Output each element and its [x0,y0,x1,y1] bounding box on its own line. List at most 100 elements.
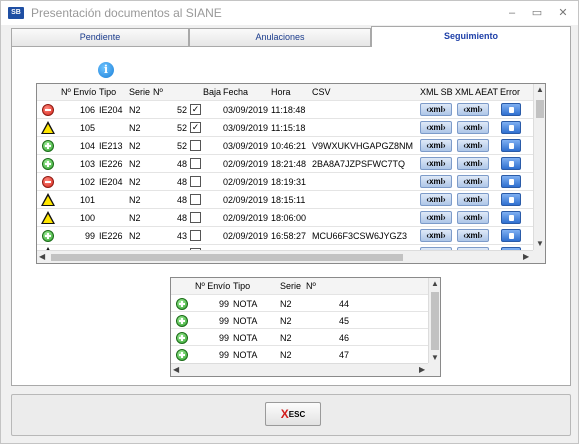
xml-aeat-button[interactable]: ‹xml› [457,175,489,188]
error-button[interactable] [501,139,521,152]
scroll-corner [428,363,440,376]
tab-seguimiento[interactable]: Seguimiento [371,26,571,47]
vertical-scroll-thumb[interactable] [431,292,439,350]
xml-sb-button[interactable]: ‹xml› [420,229,452,242]
xml-button-label: xml [429,195,443,204]
col-num-header[interactable]: Nº [306,281,316,291]
close-icon[interactable]: ✕ [554,5,572,21]
cell-fecha: 02/09/2019 [223,231,269,241]
col-serie-header[interactable]: Serie [129,87,150,97]
baja-checkbox[interactable] [190,176,201,187]
scroll-up-icon[interactable]: ▲ [536,85,544,95]
cell-envio: 103 [79,159,95,169]
cell-hora: 10:46:21 [271,141,307,151]
cell-fecha: 03/09/2019 [223,141,269,151]
table-row[interactable]: 99 NOTA N2 45 [171,311,430,328]
col-xml-aeat-header[interactable]: XML AEAT [455,87,498,97]
cell-serie: N2 [129,105,141,115]
table-row[interactable]: 99 IE226 N2 43 02/09/2019 16:58:27 MCU66F3CSW6… [37,226,534,244]
scroll-up-icon[interactable]: ▲ [431,279,439,289]
baja-checkbox[interactable] [190,212,201,223]
table-row[interactable]: 101 N2 48 02/09/2019 18:15:11 ‹xml› ‹xml› [37,190,534,208]
error-button[interactable] [501,103,521,116]
xml-aeat-button[interactable]: ‹xml› [457,157,489,170]
table-row[interactable]: 100 N2 48 02/09/2019 18:06:00 ‹xml› ‹xml› [37,208,534,226]
baja-checkbox[interactable] [190,194,201,205]
error-button[interactable] [501,175,521,188]
table-row[interactable]: 99 NOTA N2 47 [171,345,430,362]
scroll-right-icon[interactable]: ▶ [523,252,529,262]
horizontal-scroll-thumb[interactable] [51,254,403,261]
scroll-left-icon[interactable]: ◀ [39,252,45,262]
maximize-icon[interactable]: ▭ [528,5,546,21]
cell-serie: N2 [280,350,292,360]
cell-serie: N2 [129,231,141,241]
col-hora-header[interactable]: Hora [271,87,291,97]
xml-aeat-button[interactable]: ‹xml› [457,229,489,242]
col-xml-sb-header[interactable]: XML SB [420,87,453,97]
xml-sb-button[interactable]: ‹xml› [420,139,452,152]
scroll-down-icon[interactable]: ▼ [536,239,544,249]
envios-grid: Nº Envío Tipo Serie Nº Baja Fecha Hora C… [36,83,546,264]
minimize-icon[interactable]: – [503,5,521,21]
envios-grid-vertical-scrollbar[interactable]: ▲ ▼ [533,84,545,251]
xml-aeat-button[interactable]: ‹xml› [457,121,489,134]
table-row[interactable]: 99 NOTA N2 46 [171,328,430,345]
error-button[interactable] [501,229,521,242]
status-ok-icon [175,314,189,328]
notas-grid-header: Nº Envío Tipo Serie Nº [171,278,430,294]
esc-button[interactable]: XESC [265,402,321,426]
error-button[interactable] [501,157,521,170]
error-button[interactable] [501,211,521,224]
table-row[interactable]: 105 N2 52 ✓ 03/09/2019 11:15:18 ‹xml› ‹xml› [37,118,534,136]
xml-aeat-button[interactable]: ‹xml› [457,103,489,116]
tab-pendiente[interactable]: Pendiente [11,28,189,46]
scroll-left-icon[interactable]: ◀ [173,365,179,375]
baja-checkbox[interactable] [190,158,201,169]
xml-sb-button[interactable]: ‹xml› [420,157,452,170]
notas-grid-vertical-scrollbar[interactable]: ▲ ▼ [428,278,440,364]
xml-aeat-button[interactable]: ‹xml› [457,139,489,152]
table-row[interactable]: 106 IE204 N2 52 ✓ 03/09/2019 11:18:48 ‹xml› ‹xml… [37,100,534,118]
baja-checkbox[interactable]: ✓ [190,122,201,133]
table-row[interactable]: 104 IE213 N2 52 03/09/2019 10:46:21 V9WXUKVHGA… [37,136,534,154]
baja-checkbox[interactable] [190,140,201,151]
xml-aeat-button[interactable]: ‹xml› [457,193,489,206]
cell-hora: 16:58:27 [271,231,307,241]
cell-serie: N2 [129,159,141,169]
col-baja-header[interactable]: Baja [203,87,221,97]
status-ok-icon [41,157,55,171]
error-button[interactable] [501,121,521,134]
col-serie-header[interactable]: Serie [280,281,301,291]
warning-icon [41,121,55,135]
envios-grid-horizontal-scrollbar[interactable]: ◀ ▶ [37,250,534,263]
col-tipo-header[interactable]: Tipo [233,281,250,291]
col-error-header[interactable]: Error [500,87,520,97]
app-logo-icon: SB [8,7,24,19]
info-icon[interactable]: i [98,62,114,78]
baja-checkbox[interactable] [190,230,201,241]
xml-sb-button[interactable]: ‹xml› [420,211,452,224]
col-envio-header[interactable]: Nº Envío [61,87,96,97]
xml-sb-button[interactable]: ‹xml› [420,121,452,134]
xml-button-label: xml [429,159,443,168]
scroll-right-icon[interactable]: ▶ [419,365,425,375]
notas-grid-horizontal-scrollbar[interactable]: ◀ ▶ [171,363,430,376]
col-csv-header[interactable]: CSV [312,87,331,97]
table-row[interactable]: 102 IE204 N2 48 02/09/2019 18:19:31 ‹xml› ‹xml› [37,172,534,190]
xml-sb-button[interactable]: ‹xml› [420,175,452,188]
col-tipo-header[interactable]: Tipo [99,87,116,97]
scroll-down-icon[interactable]: ▼ [431,353,439,363]
col-envio-header[interactable]: Nº Envío [195,281,230,291]
xml-sb-button[interactable]: ‹xml› [420,103,452,116]
tab-anulaciones[interactable]: Anulaciones [189,28,371,46]
xml-aeat-button[interactable]: ‹xml› [457,211,489,224]
baja-checkbox[interactable]: ✓ [190,104,201,115]
table-row[interactable]: 99 NOTA N2 44 [171,294,430,311]
vertical-scroll-thumb[interactable] [536,100,544,118]
col-fecha-header[interactable]: Fecha [223,87,248,97]
xml-sb-button[interactable]: ‹xml› [420,193,452,206]
table-row[interactable]: 103 IE226 N2 48 02/09/2019 18:21:48 2BA8A7JZPS… [37,154,534,172]
col-num-header[interactable]: Nº [153,87,163,97]
error-button[interactable] [501,193,521,206]
